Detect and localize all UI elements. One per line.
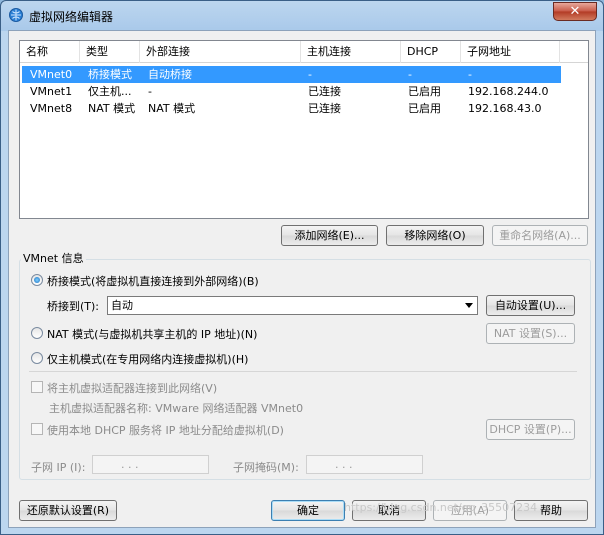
rename-network-button[interactable]: 重命名网络(A)... xyxy=(492,225,588,246)
column-header-subnet[interactable]: 子网地址 xyxy=(461,41,560,63)
connect-adapter-checkbox[interactable] xyxy=(31,381,43,393)
title-bar[interactable]: 虚拟网络编辑器 ✕ xyxy=(1,1,603,29)
network-list[interactable]: 名称 类型 外部连接 主机连接 DHCP 子网地址 VMnet0 桥接模式 自动… xyxy=(19,40,589,219)
cell-type: 桥接模式 xyxy=(88,68,132,81)
cell-name: VMnet0 xyxy=(30,68,73,81)
bridge-to-select[interactable]: 自动 xyxy=(107,296,478,315)
cell-dhcp: 已启用 xyxy=(408,102,441,115)
table-row[interactable]: VMnet1 仅主机... - 已连接 已启用 192.168.244.0 xyxy=(22,83,561,100)
dhcp-settings-button[interactable]: DHCP 设置(P)... xyxy=(486,419,575,440)
connect-adapter-label[interactable]: 将主机虚拟适配器连接到此网络(V) xyxy=(47,380,217,396)
cell-dhcp: - xyxy=(408,68,412,81)
dhcp-checkbox[interactable] xyxy=(31,423,43,435)
nat-settings-button[interactable]: NAT 设置(S)... xyxy=(486,323,575,344)
vmnet-info-title: VMnet 信息 xyxy=(21,250,86,266)
subnet-ip-label: 子网 IP (I): xyxy=(31,461,86,474)
cell-external: 自动桥接 xyxy=(148,68,192,81)
cell-type: NAT 模式 xyxy=(88,102,136,115)
nat-radio[interactable] xyxy=(31,327,43,339)
column-header-name[interactable]: 名称 xyxy=(20,41,80,63)
restore-defaults-button[interactable]: 还原默认设置(R) xyxy=(19,500,117,521)
cell-host: - xyxy=(308,68,312,81)
nat-label[interactable]: NAT 模式(与虚拟机共享主机的 IP 地址)(N) xyxy=(47,326,257,342)
column-header-host[interactable]: 主机连接 xyxy=(301,41,401,63)
list-header: 名称 类型 外部连接 主机连接 DHCP 子网地址 xyxy=(20,41,588,63)
vmnet-info-group xyxy=(19,259,591,480)
cell-subnet: 192.168.244.0 xyxy=(468,85,549,98)
subnet-mask-field[interactable]: . . . xyxy=(306,455,423,474)
remove-network-button[interactable]: 移除网络(O) xyxy=(386,225,484,246)
column-header-type[interactable]: 类型 xyxy=(80,41,140,63)
close-icon: ✕ xyxy=(569,4,581,19)
virtual-network-editor-window: 虚拟网络编辑器 ✕ 名称 类型 外部连接 主机连接 DHCP 子网地址 VMne… xyxy=(0,0,604,535)
chevron-down-icon xyxy=(465,303,473,308)
watermark-text: https://blog.csdn.net/qq_35507234 xyxy=(344,501,538,514)
ok-button[interactable]: 确定 xyxy=(271,500,345,521)
cell-type: 仅主机... xyxy=(88,85,132,98)
bridged-radio[interactable] xyxy=(31,274,43,286)
dialog-client-area: 名称 类型 外部连接 主机连接 DHCP 子网地址 VMnet0 桥接模式 自动… xyxy=(8,30,596,528)
cell-external: NAT 模式 xyxy=(148,102,196,115)
column-header-dhcp[interactable]: DHCP xyxy=(401,41,461,63)
subnet-ip-field[interactable]: . . . xyxy=(92,455,209,474)
cell-name: VMnet8 xyxy=(30,102,73,115)
table-row[interactable]: VMnet0 桥接模式 自动桥接 - - - xyxy=(22,66,561,83)
window-title: 虚拟网络编辑器 xyxy=(29,10,114,24)
cell-subnet: - xyxy=(468,68,472,81)
table-row[interactable]: VMnet8 NAT 模式 NAT 模式 已连接 已启用 192.168.43.… xyxy=(22,100,561,117)
adapter-name-label: 主机虚拟适配器名称: VMware 网络适配器 VMnet0 xyxy=(49,402,304,415)
cell-subnet: 192.168.43.0 xyxy=(468,102,542,115)
cell-name: VMnet1 xyxy=(30,85,73,98)
divider xyxy=(29,371,577,372)
hostonly-radio[interactable] xyxy=(31,352,43,364)
subnet-mask-dots: . . . xyxy=(335,458,353,471)
close-button[interactable]: ✕ xyxy=(553,2,597,21)
bridged-label[interactable]: 桥接模式(将虚拟机直接连接到外部网络)(B) xyxy=(47,273,259,289)
subnet-ip-dots: . . . xyxy=(121,458,139,471)
cell-host: 已连接 xyxy=(308,85,341,98)
bridge-to-value: 自动 xyxy=(111,299,133,312)
dhcp-label[interactable]: 使用本地 DHCP 服务将 IP 地址分配给虚拟机(D) xyxy=(47,422,284,438)
hostonly-label[interactable]: 仅主机模式(在专用网络内连接虚拟机)(H) xyxy=(47,351,248,367)
network-app-icon xyxy=(9,8,23,22)
auto-settings-button[interactable]: 自动设置(U)... xyxy=(486,295,575,316)
cell-host: 已连接 xyxy=(308,102,341,115)
bridge-to-label: 桥接到(T): xyxy=(47,300,100,313)
cell-dhcp: 已启用 xyxy=(408,85,441,98)
add-network-button[interactable]: 添加网络(E)... xyxy=(281,225,378,246)
cell-external: - xyxy=(148,85,152,98)
subnet-mask-label: 子网掩码(M): xyxy=(233,461,299,474)
column-header-external[interactable]: 外部连接 xyxy=(140,41,301,63)
